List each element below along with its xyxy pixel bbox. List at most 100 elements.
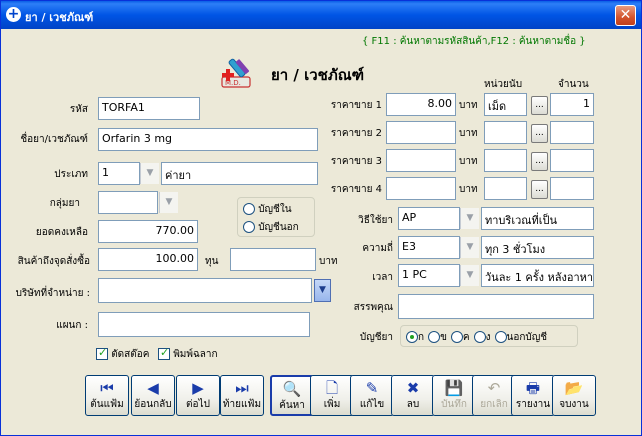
time-code-combo[interactable]: 1 PC [398, 264, 460, 287]
delete-button[interactable]: ✖ ลบ [391, 375, 435, 416]
drug-list-option-1[interactable]: ข [428, 331, 447, 343]
method-label: วิธีใช้ยา [358, 215, 393, 226]
name-input[interactable]: Orfarin 3 mg [98, 128, 318, 151]
price-label-4: ราคาขาย 4 [330, 184, 382, 195]
time-desc-input[interactable]: วันละ 1 ครั้ง หลังอาหาร [481, 264, 594, 287]
price-qty-input-4[interactable] [550, 177, 594, 200]
report-button[interactable]: 🖶 รายงาน [511, 375, 555, 416]
edit-button[interactable]: ✎ แก้ไข [350, 375, 394, 416]
qty-column-header: จำนวน [558, 79, 589, 90]
time-dropdown-button[interactable]: ▼ [460, 265, 479, 286]
price-unit-input-4[interactable] [484, 177, 527, 200]
type-code-combo[interactable]: 1 [98, 162, 140, 185]
group-dropdown-button[interactable]: ▼ [159, 192, 178, 213]
drug-list-option-label-1: ข [440, 332, 447, 343]
price-unit-browse-button-3[interactable]: ... [531, 152, 548, 171]
type-dropdown-button[interactable]: ▼ [140, 163, 159, 184]
exit-button[interactable]: 📂 จบงาน [552, 375, 596, 416]
group-combo[interactable] [98, 191, 158, 214]
price-currency-label-4: บาท [459, 184, 478, 195]
drug-list-option-2[interactable]: ค [450, 331, 470, 343]
print-label-checkbox-row[interactable]: พิมพ์ฉลาก [158, 346, 218, 362]
drug-list-radio-0[interactable] [406, 331, 418, 343]
distributor-combo[interactable] [98, 278, 312, 303]
drug-list-radio-3[interactable] [473, 331, 486, 343]
drug-list-option-label-3: ง [485, 332, 491, 343]
stock-cut-checkbox[interactable] [96, 346, 108, 360]
price-currency-label-2: บาท [459, 128, 478, 139]
price-input-2[interactable] [386, 121, 456, 144]
close-button[interactable]: ✕ [615, 5, 636, 26]
drug-list-option-label-0: ก [418, 332, 425, 343]
exit-button-label: จบงาน [559, 399, 589, 410]
reorder-input[interactable]: 100.00 [98, 248, 198, 271]
department-input[interactable] [98, 312, 310, 337]
exit-folder-icon: 📂 [564, 379, 584, 397]
frequency-dropdown-button[interactable]: ▼ [460, 237, 479, 258]
chevron-down-icon: ▼ [466, 242, 474, 252]
first-button[interactable]: ⏮ ต้นแฟ้ม [85, 375, 129, 416]
drug-list-radio-4[interactable] [494, 331, 507, 343]
cost-input[interactable] [230, 248, 316, 271]
app-plus-icon: + [6, 6, 21, 22]
price-unit-input-1[interactable]: เม็ด [484, 93, 527, 116]
method-desc-input[interactable]: ทาบริเวณที่เป็น [481, 207, 594, 230]
group-label: กลุ่มยา [49, 198, 80, 209]
add-button[interactable]: 🗋 เพิ่ม [310, 375, 354, 416]
last-button[interactable]: ⏭ ท้ายแฟ้ม [220, 375, 264, 416]
drug-list-radio-2[interactable] [450, 331, 463, 343]
first-button-label: ต้นแฟ้ม [90, 399, 124, 410]
add-button-label: เพิ่ม [323, 399, 341, 410]
price-input-3[interactable] [386, 149, 456, 172]
print-label-checkbox[interactable] [158, 346, 170, 360]
frequency-code-combo[interactable]: E3 [398, 236, 460, 259]
frequency-desc-input[interactable]: ทุก 3 ชั่วโมง [481, 236, 594, 259]
price-qty-input-2[interactable] [550, 121, 594, 144]
account-option-internal[interactable]: บัญชีใน [243, 202, 292, 217]
price-unit-browse-button-1[interactable]: ... [531, 96, 548, 115]
price-input-1[interactable]: 8.00 [386, 93, 456, 116]
drug-list-radio-1[interactable] [428, 331, 441, 343]
price-currency-label-3: บาท [459, 156, 478, 167]
method-code-combo[interactable]: AP [398, 207, 460, 230]
radio-external[interactable] [243, 221, 255, 233]
chevron-down-icon: ▼ [466, 213, 474, 223]
price-qty-input-1[interactable]: 1 [550, 93, 594, 116]
search-button[interactable]: 🔍 ค้นหา [270, 375, 314, 416]
cancel-button[interactable]: ↶ ยกเลิก [472, 375, 516, 416]
account-option-external-label: บัญชีนอก [258, 222, 299, 233]
last-record-icon: ⏭ [235, 379, 249, 397]
price-qty-input-3[interactable] [550, 149, 594, 172]
next-button[interactable]: ▶ ต่อไป [176, 375, 220, 416]
drug-list-option-4[interactable]: นอกบัญชี [494, 331, 547, 343]
price-input-4[interactable] [386, 177, 456, 200]
prev-button-label: ย้อนกลับ [134, 399, 172, 410]
price-unit-browse-button-4[interactable]: ... [531, 180, 548, 199]
name-label: ชื่อยา/เวชภัณฑ์ [20, 134, 88, 145]
drug-list-option-3[interactable]: ง [473, 331, 491, 343]
next-record-icon: ▶ [192, 379, 204, 397]
save-button[interactable]: 💾 บันทึก [432, 375, 476, 416]
method-dropdown-button[interactable]: ▼ [460, 208, 479, 229]
drug-list-label: บัญชียา [359, 332, 393, 343]
balance-input[interactable]: 770.00 [98, 220, 198, 243]
stock-cut-checkbox-row[interactable]: ตัดสต๊อค [96, 346, 150, 362]
time-label: เวลา [372, 272, 393, 283]
type-desc-input[interactable]: ค่ายา [161, 162, 318, 185]
prev-record-icon: ◀ [147, 379, 159, 397]
price-unit-input-3[interactable] [484, 149, 527, 172]
code-input[interactable]: TORFA1 [98, 97, 200, 120]
chevron-down-icon: ▼ [165, 197, 173, 207]
property-input[interactable] [398, 294, 594, 319]
drug-list-option-label-2: ค [462, 332, 470, 343]
property-label: สรรพคุณ [353, 302, 393, 313]
radio-internal[interactable] [243, 203, 255, 215]
stock-cut-label: ตัดสต๊อค [111, 349, 150, 360]
price-unit-browse-button-2[interactable]: ... [531, 124, 548, 143]
title-bar[interactable]: + ยา / เวชภัณฑ์ ✕ [1, 1, 641, 29]
drug-list-option-0[interactable]: ก [406, 331, 425, 343]
price-unit-input-2[interactable] [484, 121, 527, 144]
edit-button-label: แก้ไข [359, 399, 385, 410]
prev-button[interactable]: ◀ ย้อนกลับ [131, 375, 175, 416]
account-option-external[interactable]: บัญชีนอก [243, 220, 299, 235]
